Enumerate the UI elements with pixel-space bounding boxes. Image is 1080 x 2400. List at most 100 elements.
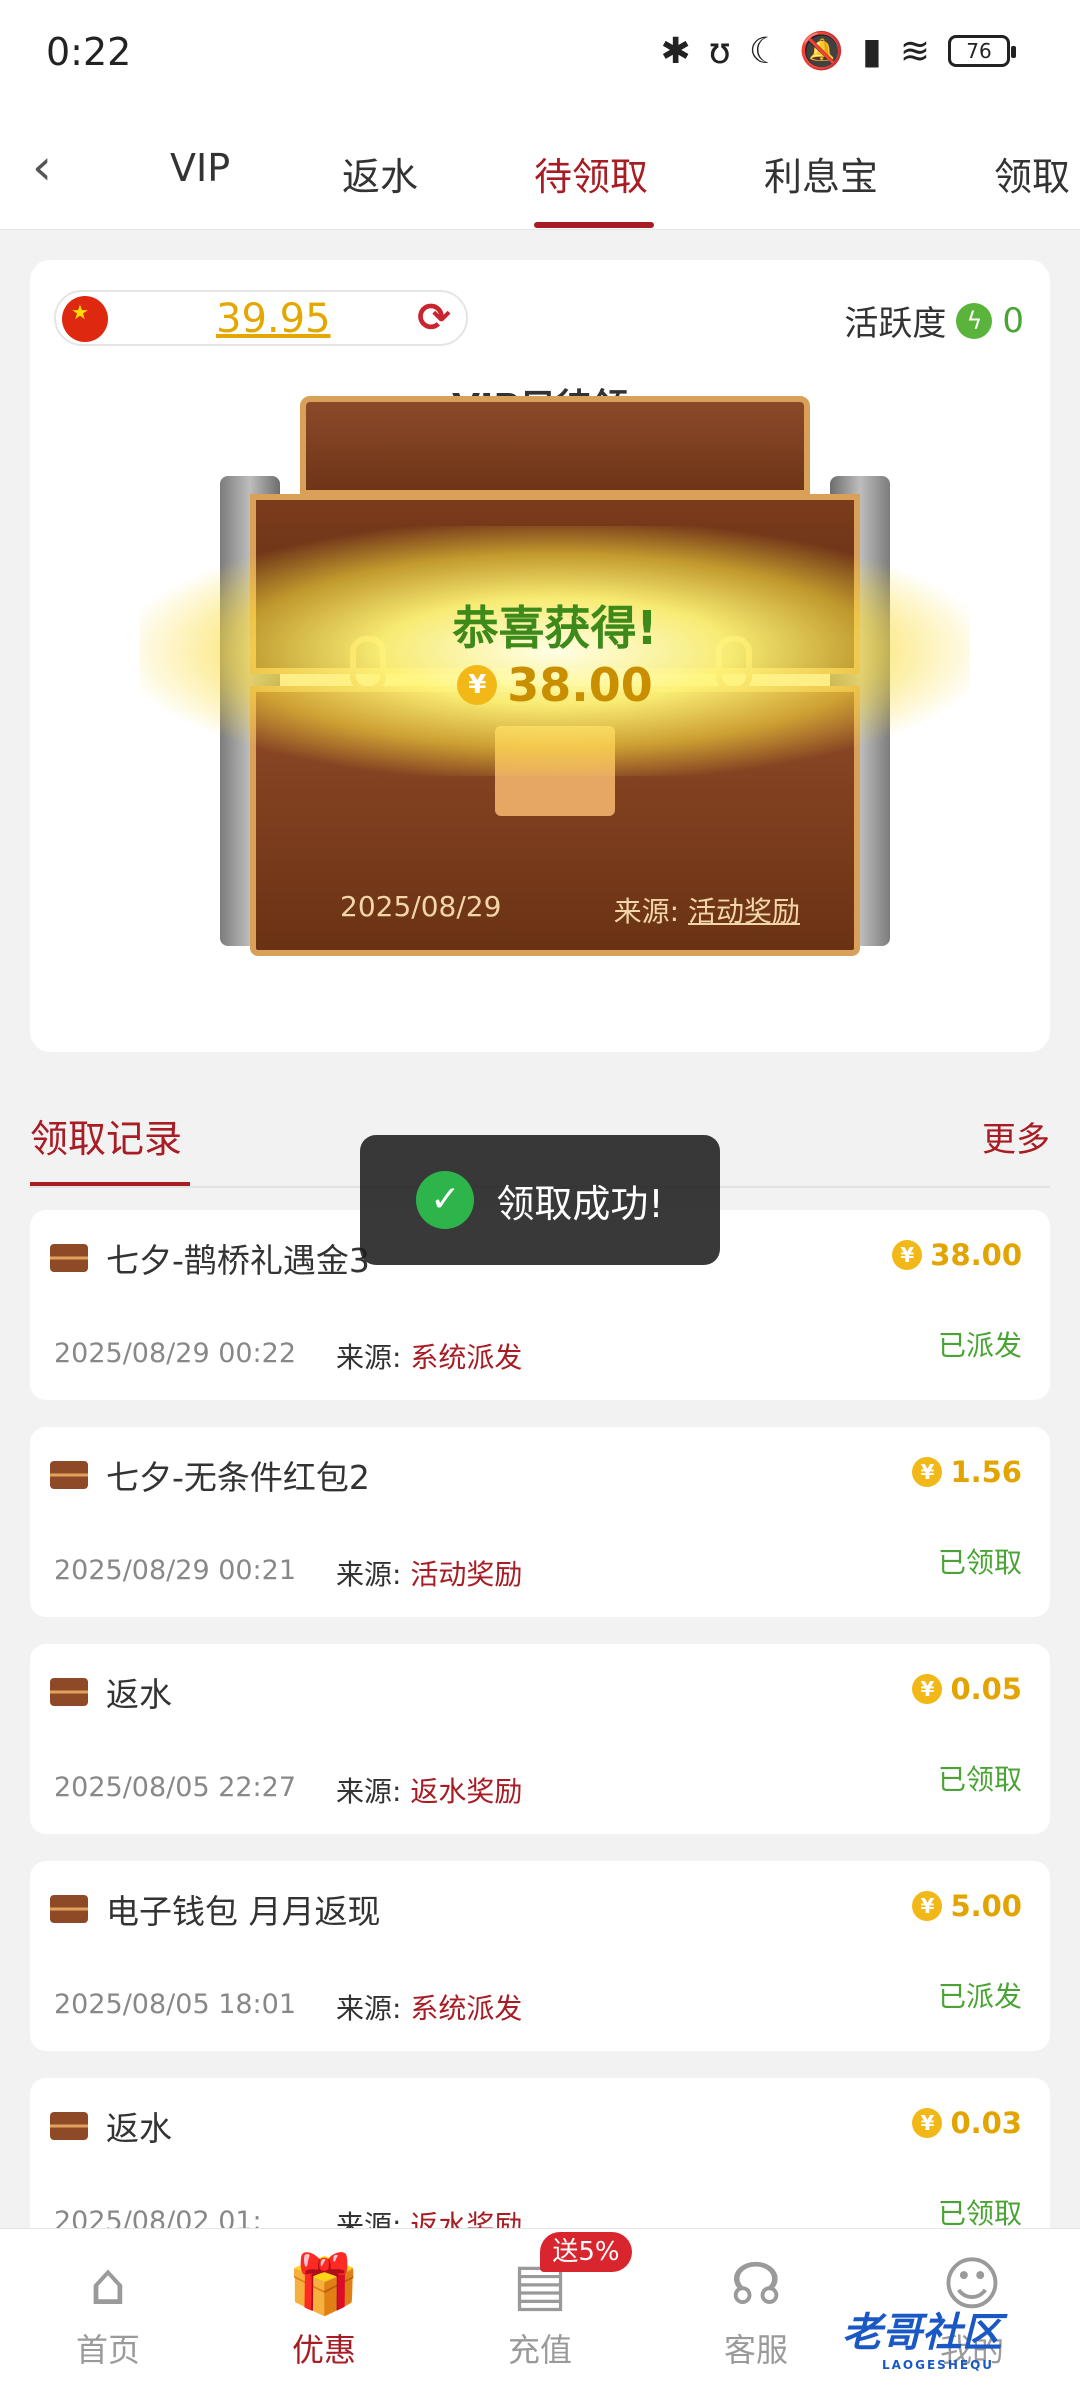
item-source-value: 系统派发 xyxy=(410,1992,523,2025)
moon-icon: ☾ xyxy=(748,30,782,72)
item-source: 来源: 活动奖励 xyxy=(336,1553,522,1593)
status-bar: 0:22 ✱ ʊ ☾ 🔕 ▮ ≋ 76 xyxy=(0,0,1080,110)
headset-icon: ☊ xyxy=(730,2250,782,2318)
treasure-chest[interactable]: 恭喜获得! ¥ 38.00 2025/08/29 来源: 活动奖励 xyxy=(140,396,970,966)
item-time: 2025/08/29 00:21 xyxy=(54,1555,297,1586)
chest-date: 2025/08/29 xyxy=(340,890,502,923)
item-amount: ¥0.05 xyxy=(912,1672,1022,1706)
item-source-label: 来源: xyxy=(336,1558,402,1591)
coin-icon: ¥ xyxy=(457,665,498,705)
item-amount: ¥38.00 xyxy=(892,1238,1022,1272)
item-source-label: 来源: xyxy=(336,1341,402,1374)
earbuds-icon: ʊ xyxy=(708,30,731,72)
item-source-label: 来源: xyxy=(336,1775,402,1808)
nav-home[interactable]: ⌂ 首页 xyxy=(38,2249,178,2371)
item-time: 2025/08/29 00:22 xyxy=(54,1338,297,1369)
chevron-left-icon[interactable]: ‹ xyxy=(32,138,52,196)
nav-recharge-label: 充值 xyxy=(507,2331,572,2369)
item-amount-value: 38.00 xyxy=(930,1238,1022,1272)
gift-icon: 🎁 xyxy=(287,2250,361,2318)
watermark-subtext: LAOGESHEQU xyxy=(882,2358,995,2372)
lightning-icon: ϟ xyxy=(956,302,993,339)
reward-card: 39.95 ⟳ 活跃度 ϟ 0 VIP只待领 恭喜获得! ¥ 38.00 202… xyxy=(30,260,1050,1052)
home-icon: ⌂ xyxy=(89,2250,127,2318)
item-source-value: 返水奖励 xyxy=(410,1775,523,1808)
balance-pill: 39.95 ⟳ xyxy=(54,290,468,346)
item-name: 电子钱包 月月返现 xyxy=(106,1892,381,1931)
chest-icon xyxy=(50,1461,88,1489)
chest-icon xyxy=(50,1678,88,1706)
item-time: 2025/08/05 22:27 xyxy=(54,1772,297,1803)
list-item[interactable]: 七夕-无条件红包2 ¥1.56 2025/08/29 00:21 来源: 活动奖… xyxy=(30,1427,1050,1617)
item-name: 返水 xyxy=(106,1675,172,1714)
chest-icon xyxy=(50,1244,88,1272)
chest-icon xyxy=(50,1895,88,1923)
list-item[interactable]: 返水 ¥0.05 2025/08/05 22:27 来源: 返水奖励 已领取 xyxy=(30,1644,1050,1834)
coin-icon: ¥ xyxy=(912,1674,943,1704)
more-link[interactable]: 更多 xyxy=(982,1112,1050,1161)
nav-promotions[interactable]: 🎁 优惠 xyxy=(254,2249,394,2371)
nav-support[interactable]: ☊ 客服 xyxy=(686,2249,826,2371)
item-source-label: 来源: xyxy=(336,1992,402,2025)
item-source-value: 活动奖励 xyxy=(410,1558,523,1591)
item-source-value: 系统派发 xyxy=(410,1341,523,1374)
chest-lid xyxy=(300,396,810,496)
china-flag-icon xyxy=(62,296,108,342)
item-amount: ¥1.56 xyxy=(912,1455,1022,1489)
item-amount-value: 1.56 xyxy=(950,1455,1022,1489)
item-status: 已领取 xyxy=(937,1763,1022,1796)
success-toast: ✓ 领取成功! xyxy=(360,1135,720,1265)
balance-value: 39.95 xyxy=(216,296,331,342)
item-name: 返水 xyxy=(106,2109,172,2148)
item-time: 2025/08/05 18:01 xyxy=(54,1989,297,2020)
item-amount-value: 0.05 xyxy=(950,1672,1022,1706)
item-status: 已领取 xyxy=(937,2197,1022,2230)
tab-claim[interactable]: 领取 xyxy=(994,146,1070,201)
item-source: 来源: 系统派发 xyxy=(336,1987,522,2027)
refresh-icon[interactable]: ⟳ xyxy=(412,296,456,340)
bluetooth-icon: ✱ xyxy=(660,30,691,72)
top-tab-bar: ‹ VIP 返水 待领取 利息宝 领取 xyxy=(0,110,1080,230)
nav-home-label: 首页 xyxy=(75,2331,140,2369)
chest-source-value[interactable]: 活动奖励 xyxy=(688,895,800,928)
nav-promotions-label: 优惠 xyxy=(291,2331,356,2369)
item-amount-value: 5.00 xyxy=(950,1889,1022,1923)
tab-vip[interactable]: VIP xyxy=(170,146,230,190)
item-amount: ¥5.00 xyxy=(912,1889,1022,1923)
list-item[interactable]: 电子钱包 月月返现 ¥5.00 2025/08/05 18:01 来源: 系统派… xyxy=(30,1861,1050,2051)
item-name: 七夕-鹊桥礼遇金3 xyxy=(106,1241,370,1280)
chest-icon xyxy=(50,2112,88,2140)
records-title[interactable]: 领取记录 xyxy=(30,1108,182,1163)
chest-source-label: 来源: xyxy=(613,895,680,928)
coin-icon: ¥ xyxy=(912,1891,943,1921)
check-icon: ✓ xyxy=(416,1171,475,1229)
tab-interest[interactable]: 利息宝 xyxy=(764,146,878,201)
coin-icon: ¥ xyxy=(892,1240,923,1270)
watermark-text: 老哥社区 xyxy=(842,2310,1002,2356)
item-status: 已领取 xyxy=(937,1546,1022,1579)
activity-label: 活跃度 xyxy=(844,304,947,344)
activity-value: 0 xyxy=(1002,300,1024,341)
mute-bell-icon: 🔕 xyxy=(799,31,845,72)
tab-rebate[interactable]: 返水 xyxy=(342,146,418,201)
battery-icon: 76 xyxy=(948,35,1016,67)
item-source: 来源: 返水奖励 xyxy=(336,1770,522,1810)
status-time: 0:22 xyxy=(46,30,132,74)
item-amount: ¥0.03 xyxy=(912,2106,1022,2140)
congrats-text: 恭喜获得! xyxy=(452,601,658,655)
activity-indicator: 活跃度 ϟ 0 xyxy=(844,296,1024,345)
coin-icon: ¥ xyxy=(912,2108,943,2138)
item-amount-value: 0.03 xyxy=(950,2106,1022,2140)
signal-icon: ▮ xyxy=(862,30,882,72)
status-icons: ✱ ʊ ☾ 🔕 ▮ ≋ 76 xyxy=(660,30,1016,72)
toast-text: 领取成功! xyxy=(496,1181,664,1226)
item-name: 七夕-无条件红包2 xyxy=(106,1458,370,1497)
recharge-bonus-badge: 送5% xyxy=(540,2232,632,2272)
item-status: 已派发 xyxy=(937,1329,1022,1362)
item-status: 已派发 xyxy=(937,1980,1022,2013)
wifi-icon: ≋ xyxy=(899,30,930,72)
tab-pending[interactable]: 待领取 xyxy=(534,146,648,201)
nav-support-label: 客服 xyxy=(723,2331,788,2369)
prize-value: 38.00 xyxy=(507,658,653,712)
chest-source: 来源: 活动奖励 xyxy=(614,890,800,930)
